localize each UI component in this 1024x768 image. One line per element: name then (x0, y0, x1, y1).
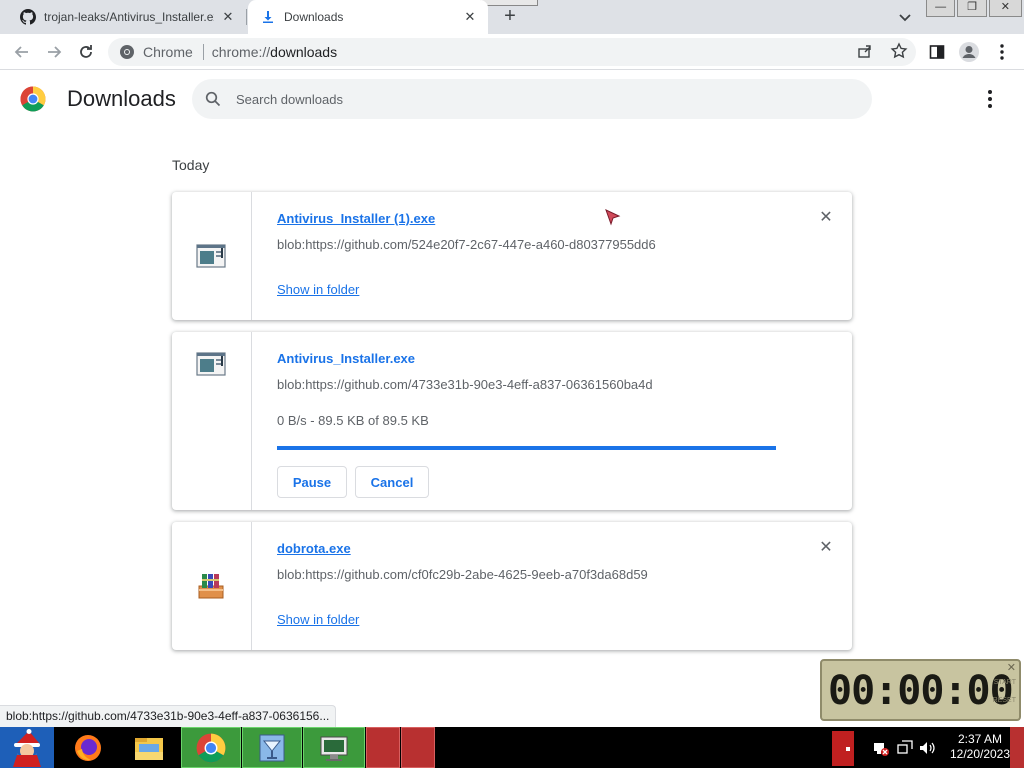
reload-button[interactable] (74, 40, 98, 64)
reload-icon (80, 45, 92, 58)
cancel-button[interactable]: Cancel (355, 466, 429, 498)
omnibox-actions (856, 42, 908, 60)
network-icon[interactable] (896, 739, 914, 757)
chevron-down-icon[interactable] (896, 8, 914, 26)
taskbar: 2:37 AM 12/20/2023 (0, 727, 1024, 768)
browser-menu-button[interactable] (990, 40, 1014, 64)
clock-date: 12/20/2023 (949, 747, 1011, 761)
tab-strip: trojan-leaks/Antivirus_Installer.ex ✕ Do… (0, 0, 1024, 34)
omnibox-chip-label: Chrome (143, 44, 193, 60)
start-button[interactable] (0, 727, 54, 768)
github-icon (20, 9, 36, 25)
share-icon[interactable] (856, 42, 874, 60)
omnibox-divider (202, 44, 204, 60)
download-item: dobrota.exe blob:https://github.com/cf0f… (172, 522, 852, 650)
stopwatch-widget[interactable]: 00:00:00 ✕ START RESET (820, 659, 1021, 721)
network-warning-icon[interactable] (872, 739, 890, 757)
taskbar-monitor-app[interactable] (303, 727, 365, 768)
search-input[interactable] (236, 91, 836, 107)
show-in-folder-link[interactable]: Show in folder (277, 612, 359, 627)
show-desktop-button[interactable] (1010, 727, 1024, 768)
page-title: Downloads (67, 86, 176, 111)
taskbar-firefox[interactable] (66, 727, 110, 768)
close-icon[interactable]: ✕ (1007, 661, 1016, 674)
window-controls: — ❐ ✕ (926, 0, 1022, 18)
back-button[interactable] (10, 40, 34, 64)
side-panel-button[interactable] (925, 40, 949, 64)
close-icon[interactable]: ✕ (816, 208, 836, 228)
file-url: blob:https://github.com/524e20f7-2c67-44… (277, 237, 656, 252)
chrome-icon (120, 45, 134, 59)
arrow-right-icon (48, 46, 62, 58)
taskbar-chrome[interactable] (181, 727, 241, 768)
address-bar[interactable]: Chrome chrome://downloads (108, 38, 916, 66)
download-icon (263, 11, 273, 23)
close-icon[interactable]: ✕ (816, 538, 836, 558)
firefox-icon (75, 734, 101, 761)
volume-icon[interactable] (918, 739, 936, 757)
clock-time: 2:37 AM (957, 732, 1003, 746)
date-heading: Today (172, 157, 210, 173)
chrome-icon (196, 733, 226, 762)
progress-fill (277, 446, 776, 450)
url-scheme: chrome:// (211, 44, 271, 60)
file-icon-column (172, 522, 252, 650)
pause-button[interactable]: Pause (277, 466, 347, 498)
taskbar-file-explorer[interactable] (126, 727, 172, 768)
tab-title: trojan-leaks/Antivirus_Installer.ex (44, 10, 214, 24)
winrar-archive-icon (198, 574, 224, 599)
tray-alert-icon[interactable] (832, 731, 854, 766)
close-icon[interactable]: ✕ (220, 9, 236, 25)
file-name-link[interactable]: dobrota.exe (277, 541, 351, 556)
bookmark-star-icon[interactable] (890, 42, 908, 60)
cocktail-app-icon (259, 734, 285, 761)
taskbar-cocktail-app[interactable] (242, 727, 302, 768)
file-explorer-icon (135, 737, 163, 760)
kebab-menu-icon (1000, 44, 1004, 60)
tab-separator (246, 9, 247, 25)
file-name-link[interactable]: Antivirus_Installer (1).exe (277, 211, 435, 226)
download-item: Antivirus_Installer (1).exe blob:https:/… (172, 192, 852, 320)
taskbar-red-app-1[interactable] (366, 727, 400, 768)
file-url: blob:https://github.com/4733e31b-90e3-4e… (277, 377, 653, 392)
avatar-icon (959, 42, 979, 62)
file-name[interactable]: Antivirus_Installer.exe (277, 351, 415, 366)
minimize-button[interactable]: — (926, 0, 956, 17)
start-button[interactable]: START (994, 679, 1016, 686)
file-icon-column (172, 192, 252, 320)
exe-window-icon (196, 244, 226, 268)
new-tab-button[interactable]: + (498, 5, 522, 29)
search-icon (205, 91, 221, 107)
chrome-logo-icon (20, 86, 46, 112)
tab-github[interactable]: trojan-leaks/Antivirus_Installer.ex ✕ (8, 0, 246, 34)
url-host: downloads (270, 44, 338, 60)
profile-button[interactable] (957, 40, 981, 64)
download-progress-bar (277, 446, 776, 450)
arrow-left-icon (14, 46, 28, 58)
downloads-more-actions-button[interactable] (980, 88, 1000, 110)
show-in-folder-link[interactable]: Show in folder (277, 282, 359, 297)
system-clock[interactable]: 2:37 AM 12/20/2023 (940, 732, 1020, 762)
file-url: blob:https://github.com/cf0fc29b-2abe-46… (277, 567, 648, 582)
mouse-cursor-icon (605, 209, 621, 226)
search-bar[interactable] (192, 79, 872, 119)
side-panel-icon (929, 45, 945, 59)
browser-toolbar: Chrome chrome://downloads (0, 34, 1024, 70)
stopwatch-display: 00:00:00 (828, 668, 1014, 714)
link-status-bubble: blob:https://github.com/4733e31b-90e3-4e… (0, 705, 337, 727)
exe-window-icon (196, 352, 226, 376)
download-item: Antivirus_Installer.exe blob:https://git… (172, 332, 852, 510)
file-icon-column (172, 332, 252, 510)
window-close-button[interactable]: ✕ (988, 0, 1022, 17)
tab-title: Downloads (284, 10, 344, 24)
taskbar-red-app-2[interactable] (401, 727, 435, 768)
santa-start-icon (13, 728, 41, 767)
monitor-app-icon (320, 736, 348, 761)
restore-button[interactable]: ❐ (957, 0, 987, 17)
download-status: 0 B/s - 89.5 KB of 89.5 KB (277, 413, 429, 428)
reset-button[interactable]: RESET (993, 697, 1016, 704)
close-icon[interactable]: ✕ (462, 9, 478, 25)
forward-button[interactable] (42, 40, 66, 64)
tab-downloads[interactable]: Downloads ✕ (248, 0, 488, 34)
